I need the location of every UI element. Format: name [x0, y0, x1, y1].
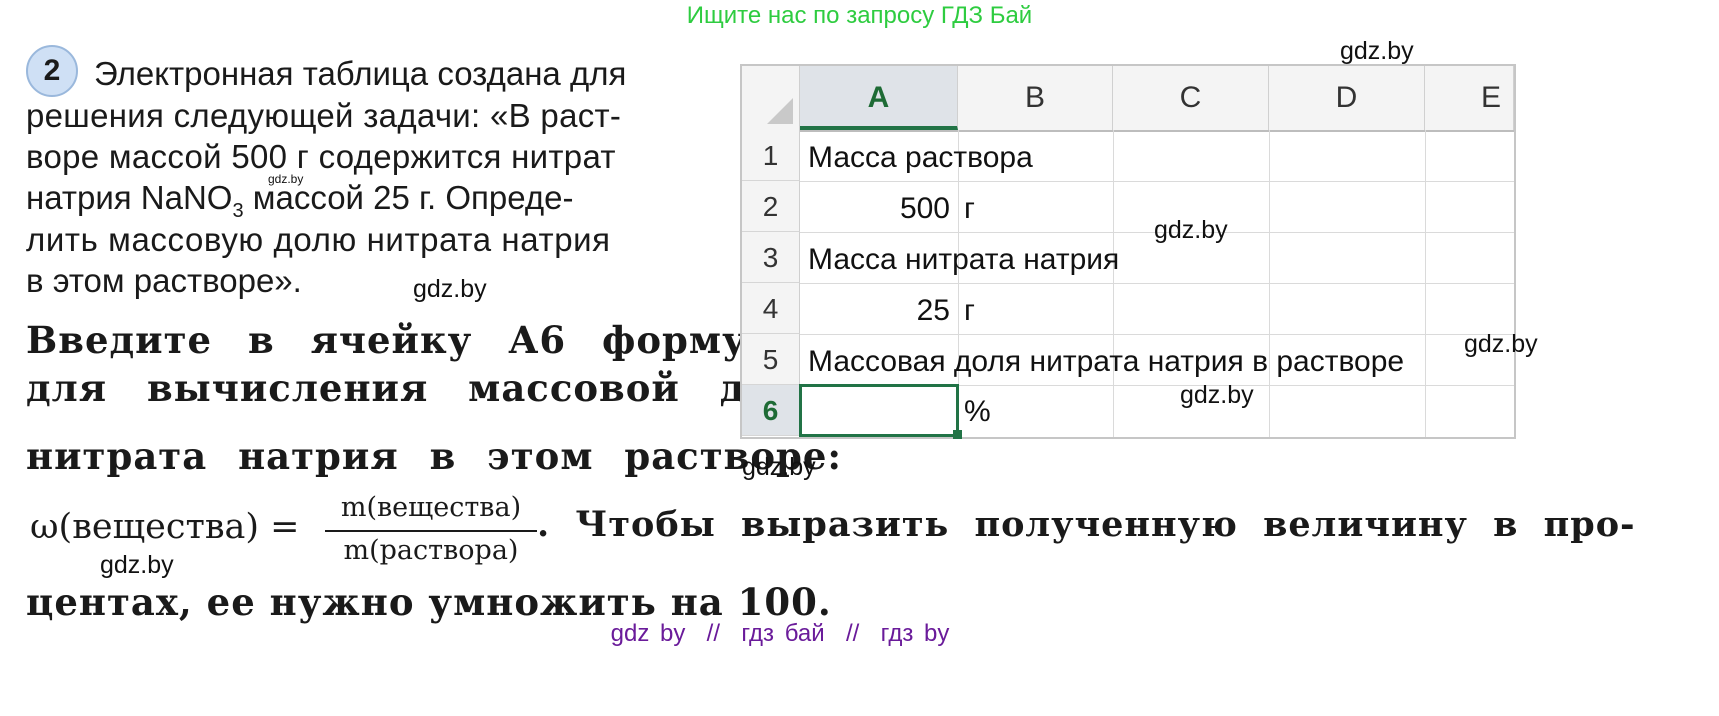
row-header-6[interactable]: 6 — [742, 385, 800, 436]
grid-line — [1425, 130, 1426, 437]
column-header-a[interactable]: A — [800, 66, 958, 130]
formula-tail: . Чтобы выразить полученную величину в п… — [537, 504, 1636, 545]
formula-lhs: ω(вещества) = — [30, 507, 300, 547]
watermark: gdz.by — [1154, 216, 1228, 244]
fraction-bar — [325, 530, 537, 532]
watermark: gdz.by — [742, 453, 816, 481]
watermark: gdz.by — [413, 275, 487, 303]
instruction-line-1: Введите в ячейку А6 формулу — [26, 318, 799, 362]
instruction-line-3: нитрата натрия в этом растворе: — [26, 434, 843, 478]
column-header-b[interactable]: B — [958, 66, 1113, 130]
top-banner[interactable]: Ищите нас по запросу ГДЗ Бай — [0, 2, 1719, 30]
formula-numerator: m(вещества) — [340, 492, 522, 523]
selected-cell-a6[interactable] — [799, 384, 959, 437]
final-line: центах, ее нужно умножить на 100. — [26, 580, 832, 624]
row-header-5[interactable]: 5 — [742, 334, 800, 385]
subscript-3: 3 — [232, 200, 244, 222]
cell-a4[interactable]: 25 — [800, 285, 950, 336]
task-number-badge: 2 — [26, 45, 78, 97]
problem-line-3: воре массой 500 г содержится нитрат — [26, 138, 616, 175]
cell-b6[interactable]: % — [964, 386, 991, 437]
watermark: gdz.by — [1180, 381, 1254, 409]
row-header-4[interactable]: 4 — [742, 283, 800, 334]
problem-line-5: лить массовую долю нитрата натрия — [26, 221, 611, 258]
cell-b2[interactable]: г — [964, 183, 975, 234]
footer-links[interactable]: gdz by // гдз бай // гдз by — [0, 620, 1560, 648]
column-header-d[interactable]: D — [1269, 66, 1425, 130]
row-header-1[interactable]: 1 — [742, 130, 800, 181]
row-header-3[interactable]: 3 — [742, 232, 800, 283]
select-all-corner[interactable] — [742, 66, 800, 130]
watermark: gdz.by — [100, 551, 174, 579]
problem-line-1: Электронная таблица создана для — [94, 55, 627, 92]
spreadsheet: A B C D E 1 2 3 4 5 6 Масса раствора 500… — [740, 64, 1516, 439]
cell-a3[interactable]: Масса нитрата натрия — [808, 234, 1119, 285]
row-header-2[interactable]: 2 — [742, 181, 800, 232]
watermark-small: gdz.by — [268, 172, 304, 186]
cell-a5[interactable]: Массовая доля нитрата натрия в растворе — [808, 336, 1404, 387]
column-header-c[interactable]: C — [1113, 66, 1269, 130]
instruction-line-2: для вычисления массовой доли — [26, 366, 827, 410]
problem-line-4-start: натрия NaNO — [26, 179, 233, 216]
column-header-e[interactable]: E — [1425, 66, 1514, 130]
cell-a2[interactable]: 500 — [800, 183, 950, 234]
grid-line — [1269, 130, 1270, 437]
watermark: gdz.by — [1340, 37, 1414, 65]
column-header-row: A B C D E — [742, 66, 1514, 132]
problem-line-2: решения следующей задачи: «В раст- — [26, 97, 622, 134]
cell-a1[interactable]: Масса раствора — [808, 132, 1033, 183]
watermark: gdz.by — [1464, 330, 1538, 358]
formula-denominator: m(раствора) — [343, 535, 519, 566]
fill-handle[interactable] — [953, 430, 962, 439]
problem-line-6: в этом растворе». — [26, 262, 302, 299]
cell-b4[interactable]: г — [964, 285, 975, 336]
